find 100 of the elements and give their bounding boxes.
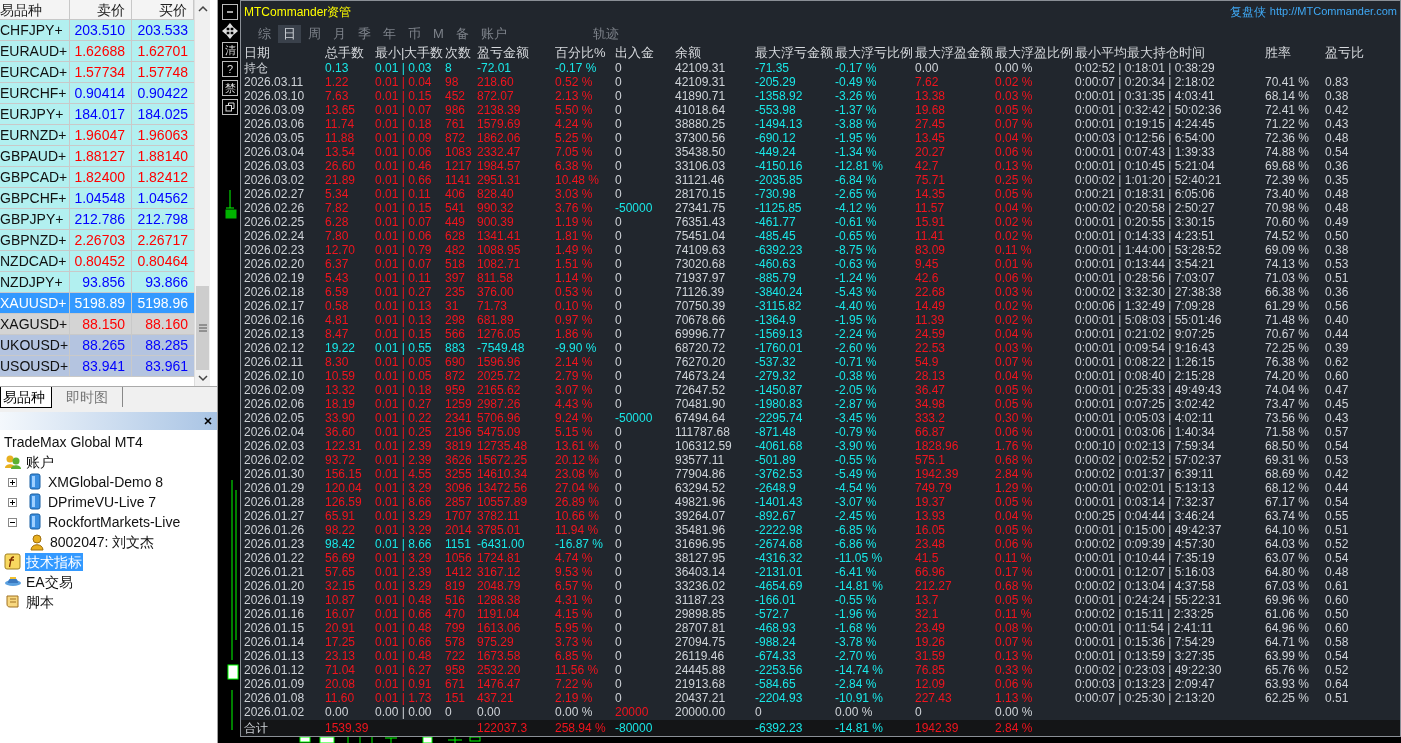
hold-time-cell-text: 0:00:01 | 0:11:54 | 2:41:11 (1075, 621, 1214, 635)
tab[interactable]: 易品种 (0, 387, 52, 408)
float-gain-percent-cell-text: 0.68 % (995, 579, 1034, 593)
period-tab[interactable]: 周 (303, 24, 326, 43)
float-loss-cell-text: -6392.23 (755, 243, 804, 257)
quote-row[interactable]: UKOUSD+ 88.265 88.285 (0, 335, 194, 356)
period-tab[interactable]: 账户 (475, 24, 512, 43)
deposit-cell-text: 0 (615, 397, 623, 411)
quote-row[interactable]: USOUSD+ 83.941 83.961 (0, 356, 194, 377)
tree-item[interactable]: DPrimeVU-Live 7 (47, 493, 158, 511)
profit-cell-text: 3785.01 (477, 523, 522, 537)
win-rate-cell-text: 68.50 % (1265, 439, 1311, 453)
symbol-text: EURJPY+ (0, 104, 70, 124)
hold-time-cell-text: 0:00:02 | 0:13:04 | 4:37:58 (1075, 579, 1216, 593)
quote-row[interactable]: EURCAD+ 1.57734 1.57748 (0, 62, 194, 83)
tree-item[interactable]: RockfortMarkets-Live (47, 513, 182, 531)
quote-row[interactable]: CHFJPY+ 203.510 203.533 (0, 20, 194, 41)
chart-button[interactable]: ? (222, 61, 238, 77)
tree-item[interactable]: EA交易 (25, 573, 74, 591)
balance-cell-text: 35438.50 (675, 145, 727, 159)
tree-item[interactable]: 脚本 (25, 593, 55, 611)
period-tab[interactable]: 备 (450, 24, 474, 43)
quote-row[interactable]: GBPCHF+ 1.04548 1.04562 (0, 188, 194, 209)
deposit-cell-text: 0 (615, 243, 623, 257)
tree-root[interactable]: TradeMax Global MT4 (0, 432, 217, 452)
period-tab[interactable]: 币 (403, 24, 426, 43)
collapse-icon[interactable] (8, 517, 17, 527)
float-gain-cell-text: 75.71 (915, 173, 947, 187)
quote-row[interactable]: EURAUD+ 1.62688 1.62701 (0, 41, 194, 62)
period-tab[interactable]: 月 (328, 24, 351, 43)
balance-cell-text: 72647.52 (675, 383, 727, 397)
column-header[interactable]: 易品种 (0, 0, 70, 19)
date-cell-text: 2026.01.22 (244, 551, 306, 565)
win-rate-cell-text: 74.04 % (1265, 383, 1311, 397)
period-tab[interactable]: 日 (278, 24, 301, 43)
float-gain-percent-cell-text: 0.06 % (995, 537, 1034, 551)
lots-cell-text: 13.54 (325, 145, 357, 159)
column-header[interactable]: 卖价 (70, 0, 132, 19)
deposit-cell-text: 0 (615, 145, 623, 159)
lots-cell-text: 56.69 (325, 551, 357, 565)
chart-button[interactable]: 清 (222, 42, 238, 58)
float-loss-cell-text: -537.32 (755, 355, 797, 369)
chart-button[interactable] (222, 99, 238, 115)
quote-row[interactable]: XAGUSD+ 88.150 88.160 (0, 314, 194, 335)
balance-cell-text: 31696.95 (675, 537, 727, 551)
period-tab[interactable]: M (428, 24, 449, 43)
chart-button[interactable] (222, 23, 238, 39)
expand-icon[interactable] (8, 477, 17, 487)
deposit-cell-text: -50000 (615, 201, 654, 215)
symbol-text: XAGUSD+ (0, 314, 70, 334)
quote-row[interactable]: GBPCAD+ 1.82400 1.82412 (0, 167, 194, 188)
ask-price: 1.57748 (136, 63, 189, 82)
profit-cell-text: 2165.62 (477, 383, 522, 397)
expand-icon[interactable] (8, 497, 17, 507)
scrollbar[interactable] (194, 0, 210, 386)
ratio-cell-text: 0.48 (1325, 565, 1350, 579)
bid-price: 83.941 (70, 356, 132, 376)
quote-row[interactable]: EURCHF+ 0.90414 0.90422 (0, 83, 194, 104)
quote-row[interactable]: EURNZD+ 1.96047 1.96063 (0, 125, 194, 146)
period-tab[interactable]: 年 (378, 24, 401, 43)
scroll-thumb[interactable] (196, 286, 209, 370)
float-gain-percent-cell-text: 2.84 % (995, 720, 1034, 736)
period-tab[interactable]: 综 (253, 24, 276, 43)
float-loss-cell-text: -2131.01 (755, 565, 804, 579)
float-loss-percent-cell-text: -0.65 % (835, 229, 878, 243)
float-loss-percent-cell-text: -8.75 % (835, 243, 878, 257)
hold-time-cell-text: 0:00:07 | 0:25:30 | 2:13:20 (1075, 691, 1216, 705)
tree-item[interactable]: 8002047: 刘文杰 (49, 533, 156, 551)
date-cell-text: 2026.02.03 (244, 439, 306, 453)
float-gain-percent-cell-text: 0.25 % (995, 173, 1034, 187)
quote-row[interactable]: NZDJPY+ 93.856 93.866 (0, 272, 194, 293)
tree-item[interactable]: 账户 (25, 453, 55, 471)
balance-cell-text: 93577.11 (675, 453, 726, 467)
quote-row[interactable]: GBPJPY+ 212.786 212.798 (0, 209, 194, 230)
period-tab[interactable]: 季 (353, 24, 376, 43)
period-tab[interactable]: 轨迹 (587, 24, 624, 43)
float-gain-percent-cell-text: 0.07 % (995, 355, 1034, 369)
deposit-cell-text: 0 (615, 285, 623, 299)
tab[interactable]: 即时图 (52, 387, 123, 407)
hold-time-cell-text: 0:00:21 | 0:18:31 | 6:05:06 (1075, 187, 1216, 201)
restore-icon (225, 102, 235, 112)
quote-row[interactable]: GBPNZD+ 2.26703 2.26717 (0, 230, 194, 251)
win-rate-cell-text: 71.22 % (1265, 117, 1311, 131)
float-gain-cell-text: 14.35 (915, 187, 947, 201)
percent-cell-text: 10.48 % (555, 173, 601, 187)
brand-link[interactable]: 复盘侠 (1229, 2, 1266, 21)
deposit-cell-text: -50000 (615, 411, 654, 425)
quote-row[interactable]: GBPAUD+ 1.88127 1.88140 (0, 146, 194, 167)
percent-cell-text: 258.94 % (555, 720, 607, 736)
chart-button[interactable] (222, 4, 238, 20)
chart-button[interactable]: 禁 (222, 80, 238, 96)
quote-row[interactable]: NZDCAD+ 0.80452 0.80464 (0, 251, 194, 272)
float-gain-cell-text: 212.27 (915, 579, 953, 593)
tree-item[interactable]: XMGlobal-Demo 8 (47, 473, 165, 491)
lot-range-cell-text: 0.01 | 0.06 (375, 145, 433, 159)
quote-row[interactable]: EURJPY+ 184.017 184.025 (0, 104, 194, 125)
website-link[interactable]: http://MTCommander.com (1269, 3, 1397, 20)
date-cell-text: 2026.02.25 (244, 215, 306, 229)
count-cell-text: 0 (445, 705, 453, 719)
float-gain-percent-cell-text: 0.30 % (995, 411, 1034, 425)
